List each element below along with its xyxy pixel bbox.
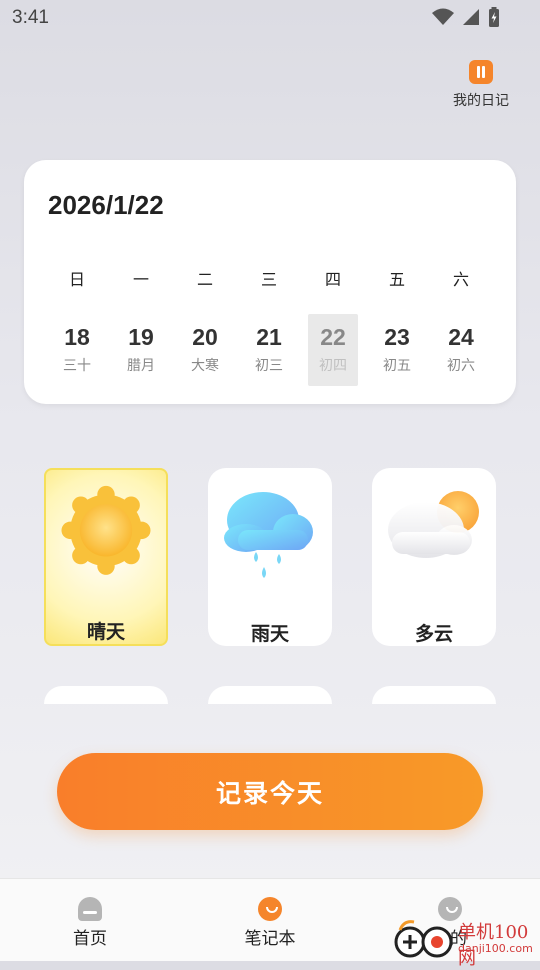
weekday-wed: 三 xyxy=(260,270,277,289)
my-diary-button[interactable]: 我的日记 xyxy=(446,60,516,110)
day-number: 22 xyxy=(320,324,346,350)
status-icons xyxy=(432,7,500,27)
status-time: 3:41 xyxy=(12,7,49,28)
day-number: 20 xyxy=(192,324,218,350)
weekday-row: 日 一 二 三 四 五 六 xyxy=(52,266,486,290)
signal-icon xyxy=(463,9,479,25)
weather-label: 多云 xyxy=(414,623,453,645)
weekday-tue: 二 xyxy=(196,270,213,289)
weekday-sat: 六 xyxy=(452,270,469,289)
calendar-date: 2026/1/22 xyxy=(48,190,164,220)
day-number: 18 xyxy=(64,324,90,350)
weekday-mon: 一 xyxy=(132,270,149,289)
day-number: 24 xyxy=(448,324,474,350)
day-lunar: 大寒 xyxy=(191,358,219,374)
day-number: 21 xyxy=(256,324,282,350)
day-lunar: 初五 xyxy=(383,358,411,374)
day-cell[interactable]: 24 初六 xyxy=(436,314,486,386)
days-row: 18 三十 19 腊月 20 大寒 21 初三 22 初四 23 初五 24 初… xyxy=(52,314,486,386)
pause-square-icon xyxy=(469,60,493,84)
status-bar: 3:41 xyxy=(0,0,540,36)
weather-option-partial[interactable] xyxy=(372,686,496,704)
weather-label: 雨天 xyxy=(250,623,289,645)
watermark-domain: danji100.com xyxy=(458,942,533,955)
weekday-thu: 四 xyxy=(324,270,341,289)
weekday-fri: 五 xyxy=(388,270,405,289)
calendar-card: 2026/1/22 日 一 二 三 四 五 六 18 三十 19 腊月 20 大… xyxy=(24,160,516,404)
day-lunar: 初六 xyxy=(447,358,475,374)
sun-icon xyxy=(61,485,151,575)
watermark: 单机100网 danji100.com xyxy=(392,916,540,969)
partly-cloudy-icon xyxy=(388,491,479,558)
weather-option-partial[interactable] xyxy=(44,686,168,704)
weather-label: 晴天 xyxy=(86,621,125,643)
day-cell[interactable]: 23 初五 xyxy=(372,314,422,386)
rain-cloud-icon xyxy=(224,492,313,578)
weather-option-partial[interactable] xyxy=(208,686,332,704)
watermark-logo-icon xyxy=(394,920,453,958)
day-lunar: 初三 xyxy=(255,358,283,374)
weather-option-cloudy[interactable]: 多云 xyxy=(372,468,496,646)
day-cell[interactable]: 18 三十 xyxy=(52,314,102,386)
weekday-sun: 日 xyxy=(68,270,85,289)
wifi-icon xyxy=(432,8,454,25)
day-lunar: 三十 xyxy=(63,358,91,374)
weather-option-rainy[interactable]: 雨天 xyxy=(208,468,332,646)
day-lunar: 腊月 xyxy=(127,358,155,374)
day-cell[interactable]: 20 大寒 xyxy=(180,314,230,386)
nav-label: 首页 xyxy=(73,929,107,949)
home-icon xyxy=(78,897,102,921)
day-cell[interactable]: 19 腊月 xyxy=(116,314,166,386)
day-cell-selected[interactable]: 22 初四 xyxy=(308,314,358,386)
day-cell[interactable]: 21 初三 xyxy=(244,314,294,386)
day-number: 23 xyxy=(384,324,410,350)
battery-icon xyxy=(489,7,499,27)
my-diary-label: 我的日记 xyxy=(453,93,509,109)
notebook-icon xyxy=(258,897,282,921)
nav-label: 笔记本 xyxy=(244,929,296,949)
nav-home[interactable]: 首页 xyxy=(50,897,130,949)
record-today-button[interactable]: 记录今天 xyxy=(57,753,483,830)
day-lunar: 初四 xyxy=(319,358,347,374)
nav-notebook[interactable]: 笔记本 xyxy=(230,897,310,949)
day-number: 19 xyxy=(128,324,154,350)
weather-option-sunny[interactable]: 晴天 xyxy=(44,468,168,646)
